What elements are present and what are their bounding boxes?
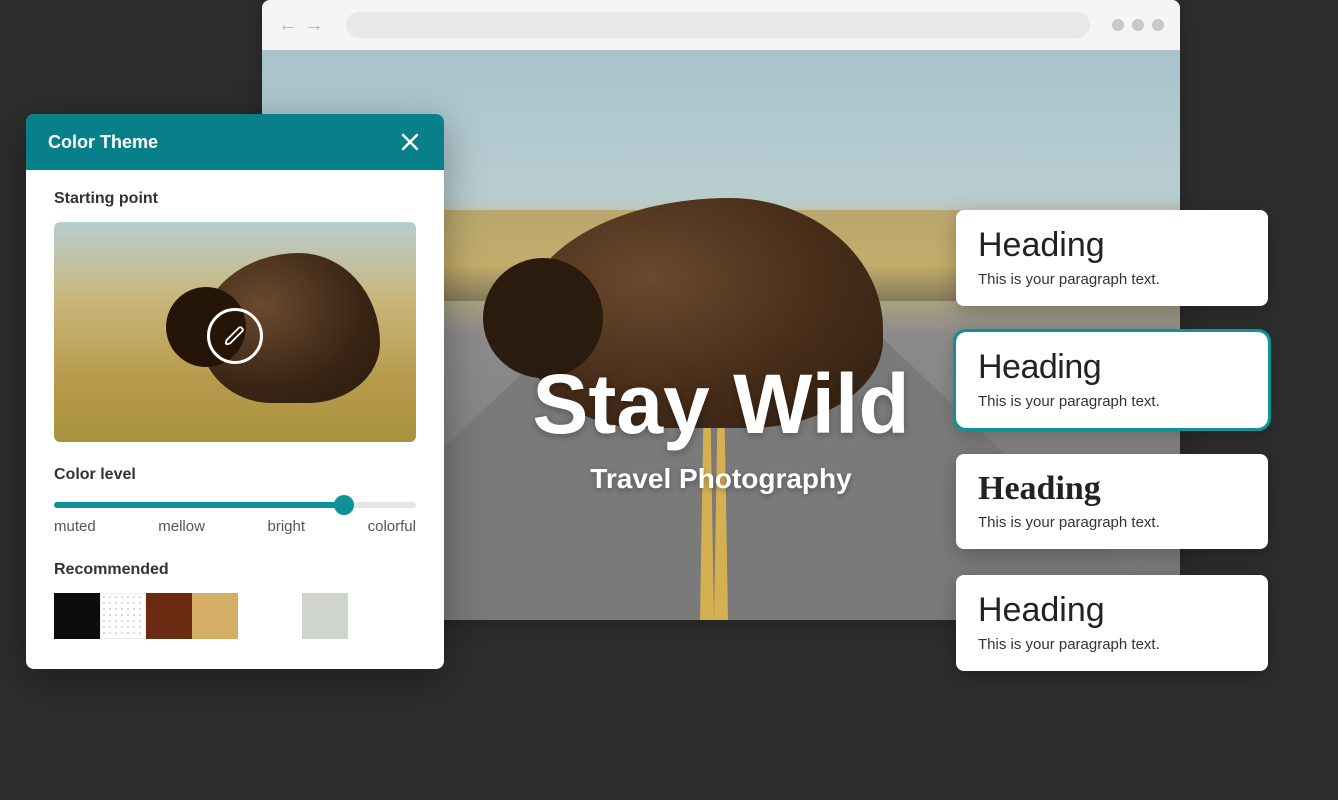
window-controls [1112,19,1164,31]
slider-label-muted: muted [54,518,96,535]
font-card[interactable]: Heading This is your paragraph text. [956,210,1268,306]
hero-subtitle: Travel Photography [590,463,851,495]
close-button[interactable] [398,130,422,154]
font-paragraph: This is your paragraph text. [978,636,1246,653]
starting-image[interactable] [54,222,416,442]
slider-thumb[interactable] [334,495,354,515]
window-dot [1112,19,1124,31]
slider-scale: muted mellow bright colorful [54,518,416,535]
font-heading: Heading [978,470,1246,508]
font-paragraph: This is your paragraph text. [978,393,1246,410]
slider-label-mellow: mellow [158,518,205,535]
recommended-label: Recommended [54,561,416,579]
hero-title: Stay Wild [532,356,909,453]
panel-header: Color Theme [26,114,444,170]
swatch-2[interactable] [100,593,146,639]
font-heading: Heading [978,591,1246,630]
font-preview-list: Heading This is your paragraph text. Hea… [956,210,1268,671]
window-dot [1152,19,1164,31]
font-card[interactable]: Heading This is your paragraph text. [956,454,1268,549]
browser-toolbar: ← → [262,0,1180,50]
slider-label-colorful: colorful [368,518,416,535]
window-dot [1132,19,1144,31]
font-paragraph: This is your paragraph text. [978,271,1246,288]
close-icon [401,133,419,151]
swatch-4[interactable] [192,593,238,639]
swatch-3[interactable] [146,593,192,639]
swatch-5[interactable] [302,593,348,639]
font-card[interactable]: Heading This is your paragraph text. [956,575,1268,671]
slider-label-bright: bright [268,518,306,535]
swatch-1[interactable] [54,593,100,639]
forward-icon[interactable]: → [304,14,324,37]
back-icon[interactable]: ← [278,14,298,37]
swatch-row [54,593,416,639]
starting-point-label: Starting point [54,190,416,208]
font-heading: Heading [978,348,1246,387]
panel-title: Color Theme [48,132,158,153]
edit-image-button[interactable] [207,308,263,364]
url-bar[interactable] [346,12,1090,38]
color-theme-panel: Color Theme Starting point Color level m… [26,114,444,669]
color-level-slider[interactable] [54,502,416,508]
font-card[interactable]: Heading This is your paragraph text. [956,332,1268,428]
color-level-label: Color level [54,466,416,484]
pencil-icon [224,325,246,347]
font-paragraph: This is your paragraph text. [978,514,1246,531]
font-heading: Heading [978,226,1246,265]
